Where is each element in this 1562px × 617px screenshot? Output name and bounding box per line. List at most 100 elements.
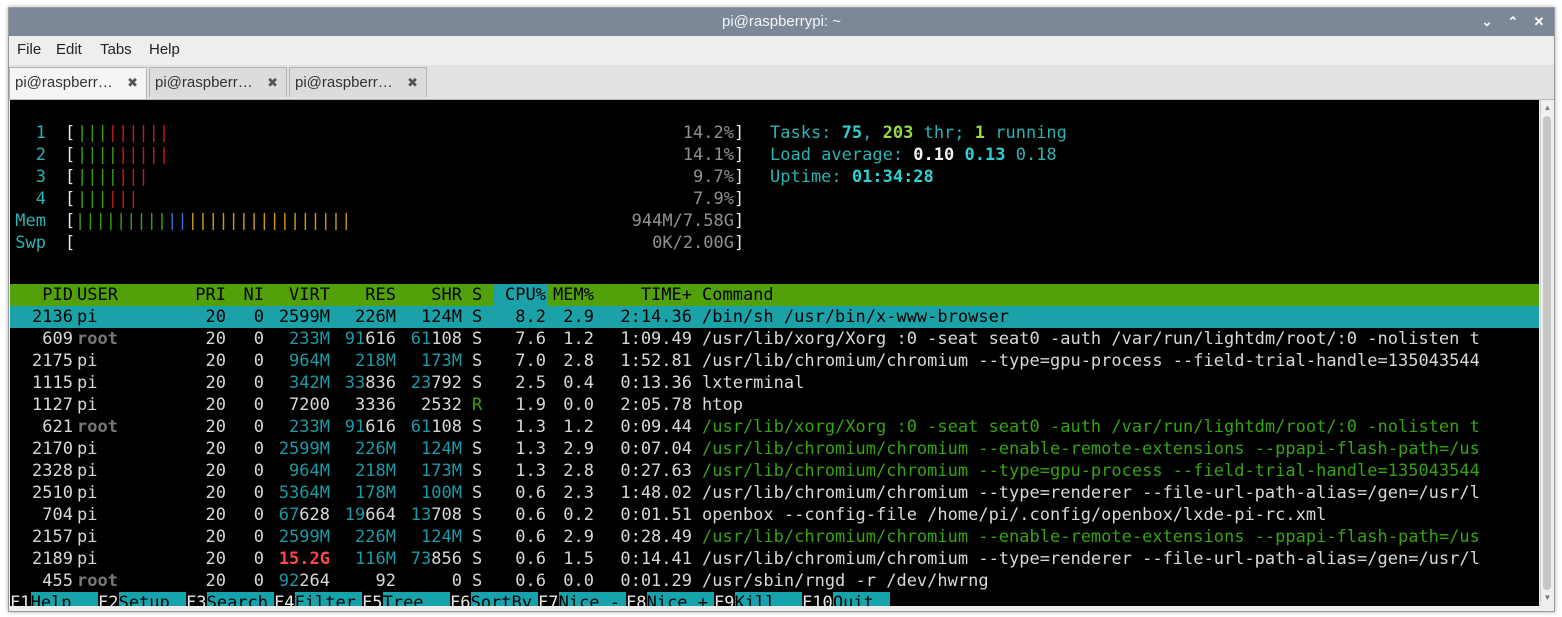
fkey-f4[interactable]: F4 [274, 592, 294, 606]
cell-pri: 20 [205, 351, 226, 371]
table-row[interactable]: 2157 pi 20 0 2599M 226M 124M S 0.6 2.9 0:28.49/usr… [10, 526, 1539, 548]
column-header-virt[interactable]: VIRT [289, 284, 330, 306]
cell-res: 33836 [345, 372, 396, 394]
fkey-f1[interactable]: F1 [10, 592, 30, 606]
terminal-window: pi@raspberrypi: ~ ⌄ ⌃ ✕ File Edit Tabs H… [8, 7, 1555, 612]
tab-close-icon[interactable]: ✖ [127, 68, 138, 98]
column-header-pri[interactable]: PRI [195, 284, 226, 306]
fkey-label-f10[interactable]: Quit [832, 592, 890, 606]
scroll-up-icon[interactable]: ▲ [1541, 102, 1554, 114]
column-header-time[interactable]: TIME+ [641, 284, 692, 306]
fkey-label-f6[interactable]: SortBy [470, 592, 538, 606]
tab-1[interactable]: pi@raspberr… ✖ [9, 67, 147, 99]
tab-close-icon[interactable]: ✖ [267, 68, 278, 98]
scrollbar[interactable]: ▲ ▼ [1540, 100, 1554, 606]
table-row[interactable]: 2189 pi 20 0 15.2G 116M 73856 S 0.6 1.5 0:14.41/us… [10, 548, 1539, 570]
fkey-f5[interactable]: F5 [362, 592, 382, 606]
fkey-label-f8[interactable]: Nice + [646, 592, 714, 606]
scroll-thumb[interactable] [1543, 116, 1551, 590]
cell-time: 2:05.78 [620, 395, 692, 415]
cell-res: 3336 [355, 395, 396, 415]
table-row[interactable]: 704 pi 20 0 67628 19664 13708 S 0.6 0.2 0:01.51 ope… [10, 504, 1539, 526]
menu-file[interactable]: File [17, 36, 41, 64]
title-bar[interactable]: pi@raspberrypi: ~ ⌄ ⌃ ✕ [9, 8, 1554, 36]
table-row[interactable]: 2170 pi 20 0 2599M 226M 124M S 1.3 2.9 0:07.04/usr… [10, 438, 1539, 460]
table-row[interactable]: 2175 pi 20 0 964M 218M 173M S 7.0 2.8 1:52.81/usr/… [10, 350, 1539, 372]
menu-help[interactable]: Help [149, 36, 180, 64]
column-header-user[interactable]: USER [77, 284, 118, 306]
process-table-header[interactable]: PID USER PRI NI VIRT RES SHR S CPU% MEM% TIME+ Comm… [10, 284, 1539, 306]
load-average-line: Load average: 0.10 0.13 0.18 [770, 144, 1057, 166]
tab-2[interactable]: pi@raspberr… ✖ [149, 67, 287, 97]
meter-open-bracket: [ [65, 167, 76, 187]
maximize-button[interactable]: ⌃ [1503, 11, 1523, 33]
fkey-f2[interactable]: F2 [98, 592, 118, 606]
meter-close-bracket: ] [734, 123, 745, 143]
table-row[interactable]: 609 root 20 0 233M 91616 61108 S 7.6 1.2 1:09.49/u… [10, 328, 1539, 350]
table-row[interactable]: 621 root 20 0 233M 91616 61108 S 1.3 1.2 0:09.44/u… [10, 416, 1539, 438]
table-row[interactable]: 1127 pi 20 0 7200 3336 2532 R 1.9 0.0 2:05.78 htop [10, 394, 1539, 416]
cell-shr: 124M [421, 307, 462, 327]
table-row[interactable]: 2136 pi 20 0 2599M 226M 124M S 8.2 2.9 2:14.36/bin… [10, 306, 1539, 328]
minimize-button[interactable]: ⌄ [1477, 11, 1497, 33]
cell-pri: 20 [205, 439, 226, 459]
uptime-label: Uptime: [770, 167, 852, 187]
table-row[interactable]: 2510 pi 20 0 5364M 178M 100M S 0.6 2.3 1:48.02/usr… [10, 482, 1539, 504]
cell-command: openbox --config-file /home/pi/.config/o… [702, 505, 1327, 525]
column-header-ni[interactable]: NI [244, 284, 264, 306]
fkey-f7[interactable]: F7 [538, 592, 558, 606]
cell-ni: 0 [253, 527, 264, 547]
threads-label: thr; [913, 123, 975, 143]
meter-segment: || [167, 211, 188, 231]
fkey-f9[interactable]: F9 [714, 592, 734, 606]
fkey-label-f1[interactable]: Help [30, 592, 98, 606]
fkey-label-f3[interactable]: Search [206, 592, 274, 606]
cell-cpu: 8.2 [515, 307, 546, 327]
column-header-command[interactable]: Command [702, 284, 774, 306]
cell-s: S [472, 483, 483, 503]
meter-mem: Mem[||||||||||||||||||||||||||| 944M/7.58… [10, 210, 750, 232]
fkey-f10[interactable]: F10 [802, 592, 833, 606]
cell-shr: 13708 [411, 504, 462, 526]
close-button[interactable]: ✕ [1529, 11, 1549, 33]
column-header-s[interactable]: S [472, 284, 482, 306]
menu-edit[interactable]: Edit [56, 36, 82, 64]
fkey-label-f9[interactable]: Kill [734, 592, 802, 606]
column-header-shr[interactable]: SHR [431, 284, 462, 306]
thousands-part: 91 [344, 417, 366, 437]
column-header-cpu[interactable]: CPU% [505, 284, 546, 306]
fkey-label-f4[interactable]: Filter [294, 592, 362, 606]
cell-pri: 20 [205, 483, 226, 503]
column-header-pid[interactable]: PID [42, 284, 73, 306]
meter-close-bracket: ] [734, 145, 745, 165]
column-header-mem[interactable]: MEM% [553, 284, 594, 306]
cell-virt: 342M [289, 373, 330, 393]
fkey-label-f2[interactable]: Setup [118, 592, 186, 606]
table-row[interactable]: 455 root 20 0 92264 92 0 S 0.6 0.0 0:01.29/usr/sbi… [10, 570, 1539, 592]
cell-virt: 2599M [278, 439, 330, 459]
terminal-output[interactable]: 1[||||||||| 14.2%] 2[||||||||| 14.1%] 3[||||… [10, 100, 1539, 606]
table-row[interactable]: 2328 pi 20 0 964M 218M 173M S 1.3 2.8 0:27.63/usr/… [10, 460, 1539, 482]
column-header-res[interactable]: RES [365, 284, 396, 306]
fkey-f6[interactable]: F6 [450, 592, 470, 606]
cell-pid: 704 [42, 505, 73, 525]
cell-ni: 0 [253, 329, 264, 349]
units-part: 856 [431, 549, 462, 569]
menu-tabs[interactable]: Tabs [100, 36, 132, 64]
fkey-f8[interactable]: F8 [626, 592, 646, 606]
scroll-down-icon[interactable]: ▼ [1541, 592, 1554, 604]
fkey-label-f5[interactable]: Tree [382, 592, 450, 606]
fkey-label-f7[interactable]: Nice - [558, 592, 626, 606]
tab-close-icon[interactable]: ✖ [407, 68, 418, 98]
table-row[interactable]: 1115 pi 20 0 342M 33836 23792 S 2.5 0.4 0:13.36 lxt… [10, 372, 1539, 394]
cell-command: /usr/lib/chromium/chromium --type=render… [702, 549, 1480, 569]
meter-value: 7.9% [693, 189, 734, 209]
thousands-part: 19 [344, 505, 366, 525]
meter-segment: |||||||||||||||| [187, 211, 352, 231]
tab-3[interactable]: pi@raspberr… ✖ [289, 67, 427, 97]
fkey-f3[interactable]: F3 [186, 592, 206, 606]
cell-s: S [472, 307, 483, 327]
meter-value: 14.1% [682, 145, 734, 165]
window-title: pi@raspberrypi: ~ [721, 13, 842, 30]
cell-mem: 0.0 [563, 571, 594, 591]
